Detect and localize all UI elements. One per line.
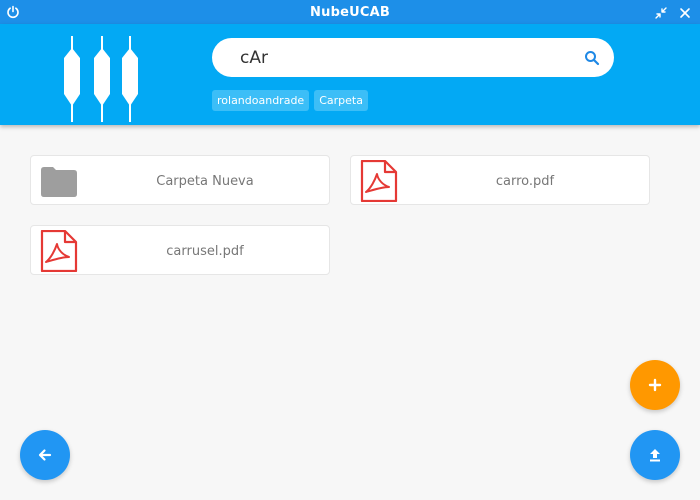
chip-type[interactable]: Carpeta [314,90,368,111]
folder-icon [39,160,79,202]
item-name: Carpeta Nueva [156,173,254,189]
close-window-icon[interactable] [678,5,692,19]
back-button[interactable] [20,430,70,480]
window-titlebar: NubeUCAB [0,0,700,24]
search-bar [212,38,614,77]
power-icon[interactable] [6,4,20,19]
window-title: NubeUCAB [310,4,390,20]
app-header: rolandoandrade Carpeta [0,24,700,125]
chip-user[interactable]: rolandoandrade [212,90,310,111]
upload-button[interactable] [630,430,680,480]
pdf-icon [39,229,79,273]
plus-icon [648,378,662,392]
search-filter-chips: rolandoandrade Carpeta [212,90,368,111]
arrow-left-icon [38,449,52,461]
item-name: carro.pdf [495,173,555,189]
restore-window-icon[interactable] [654,5,668,19]
list-item[interactable]: carrusel.pdf [30,225,330,275]
list-item[interactable]: carro.pdf [350,155,650,205]
search-icon[interactable] [584,50,600,66]
item-name: carrusel.pdf [166,243,244,259]
upload-icon [650,449,660,462]
app-logo [64,36,138,122]
pdf-icon [359,159,399,203]
add-button[interactable] [630,360,680,410]
list-item[interactable]: Carpeta Nueva [30,155,330,205]
search-input[interactable] [240,47,584,68]
